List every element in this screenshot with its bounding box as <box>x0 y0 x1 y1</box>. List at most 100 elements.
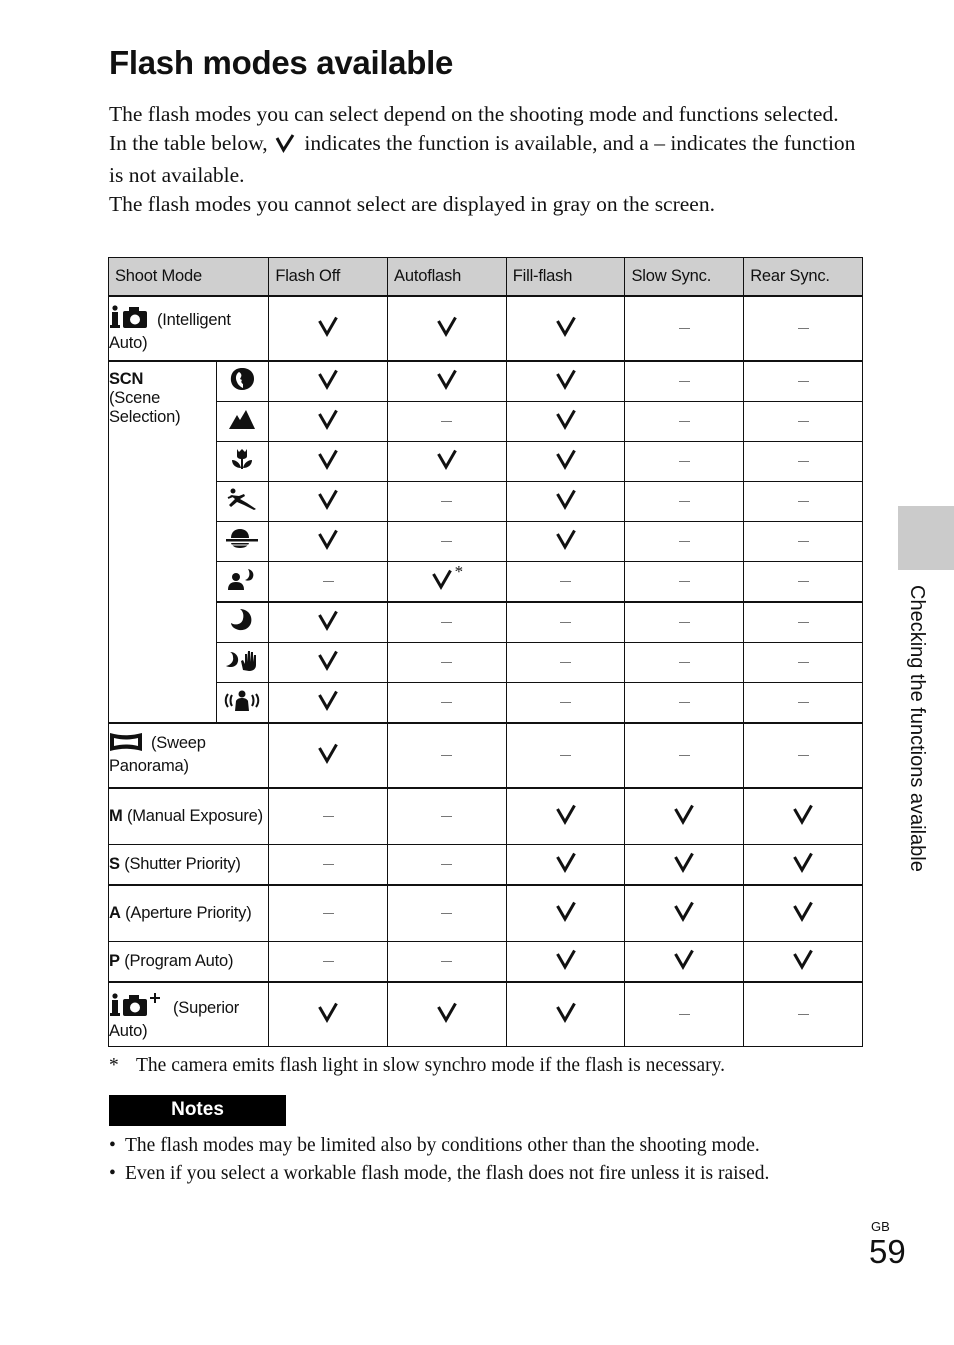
intro-text-before-symbol: In the table below, <box>109 131 268 155</box>
cell-value <box>624 642 745 683</box>
cell-value <box>505 601 626 643</box>
header-flash-off: Flash Off <box>268 257 389 297</box>
check-icon <box>317 689 339 711</box>
mode-letter: P <box>109 952 120 970</box>
cell-value <box>624 844 745 886</box>
table-row <box>109 481 863 522</box>
cell-value <box>743 360 863 402</box>
cell-value <box>505 481 626 522</box>
cell-value <box>624 521 745 562</box>
check-icon <box>317 1001 339 1023</box>
check-icon <box>555 488 577 510</box>
check-icon <box>673 803 695 825</box>
check-icon <box>436 315 458 337</box>
dash-icon <box>441 540 453 543</box>
dash-icon <box>797 540 809 543</box>
cell-value <box>743 441 863 482</box>
check-icon <box>555 528 577 550</box>
cell-value <box>743 787 863 845</box>
mode-label: (Manual Exposure) <box>126 807 263 825</box>
cell-value <box>624 941 745 983</box>
intro-paragraph-1: The flash modes you can select depend on… <box>109 102 839 126</box>
dash-icon <box>678 420 690 423</box>
cell-value <box>268 401 389 442</box>
cell-value <box>268 561 389 603</box>
cell-value <box>624 787 745 845</box>
table-row: (Sweep Panorama) <box>107 722 863 789</box>
check-icon <box>317 488 339 510</box>
mode-shutter-priority: S (Shutter Priority) <box>107 844 270 886</box>
note-item: The flash modes may be limited also by c… <box>109 1132 769 1160</box>
cell-value <box>387 441 507 482</box>
cell-value <box>505 884 626 942</box>
cell-value <box>387 981 507 1047</box>
superior-auto-icon <box>109 991 165 1022</box>
cell-value <box>268 884 389 942</box>
intelligent-auto-icon <box>109 305 149 334</box>
section-label: Checking the functions available <box>906 585 928 872</box>
dash-icon <box>678 460 690 463</box>
dash-icon <box>797 580 809 583</box>
cell-value <box>387 401 507 442</box>
notes-list: The flash modes may be limited also by c… <box>109 1132 769 1188</box>
night-scene-icon <box>215 601 270 643</box>
dash-icon <box>441 661 453 664</box>
dash-icon <box>441 420 453 423</box>
cell-value <box>387 787 507 845</box>
cell-value <box>624 401 745 442</box>
dash-icon <box>441 500 453 503</box>
mode-sweep-panorama: (Sweep Panorama) <box>107 722 270 789</box>
intro-paragraph-3: The flash modes you cannot select are di… <box>109 192 715 216</box>
dash-icon <box>797 327 809 330</box>
cell-value <box>505 521 626 562</box>
dash-icon <box>441 621 453 624</box>
table-header-row: Shoot Mode Flash Off Autoflash Fill-flas… <box>107 257 863 297</box>
dash-icon <box>678 380 690 383</box>
cell-value <box>387 481 507 522</box>
cell-value <box>268 787 389 845</box>
footnote-marker: * <box>109 1055 119 1076</box>
cell-value <box>743 981 863 1047</box>
cell-value <box>387 941 507 983</box>
cell-value <box>624 561 745 603</box>
cell-value <box>743 941 863 983</box>
check-icon <box>792 851 814 873</box>
table-row <box>109 521 863 562</box>
cell-value <box>743 642 863 683</box>
check-icon <box>317 742 339 764</box>
cell-value <box>387 601 507 643</box>
dash-icon <box>678 1013 690 1016</box>
table-row: (Intelligent Auto) <box>107 295 863 362</box>
dash-icon <box>322 815 334 818</box>
mode-intelligent-auto: (Intelligent Auto) <box>107 295 270 362</box>
table-row: M (Manual Exposure) <box>107 787 863 845</box>
dash-icon <box>560 580 572 583</box>
dash-icon <box>441 701 453 704</box>
cell-value <box>268 642 389 683</box>
cell-value <box>505 360 626 402</box>
check-icon <box>317 448 339 470</box>
cell-value <box>743 561 863 603</box>
mode-letter: M <box>109 807 123 825</box>
anti-motion-blur-icon <box>215 682 270 724</box>
check-icon <box>555 1001 577 1023</box>
dash-icon <box>322 912 334 915</box>
dash-icon <box>797 701 809 704</box>
cell-value <box>268 844 389 886</box>
mode-label: (Scene Selection) <box>109 389 181 426</box>
section-tab-marker <box>898 506 954 570</box>
cell-value <box>268 682 389 724</box>
check-icon <box>673 851 695 873</box>
check-icon <box>792 803 814 825</box>
dash-icon <box>797 1013 809 1016</box>
table-row <box>109 401 863 442</box>
dash-icon <box>560 661 572 664</box>
cell-value <box>268 941 389 983</box>
table-row <box>109 682 863 724</box>
dash-icon <box>322 863 334 866</box>
cell-value <box>268 360 389 402</box>
table-row <box>109 441 863 482</box>
dash-icon <box>441 754 453 757</box>
footnote: * The camera emits flash light in slow sy… <box>109 1055 725 1077</box>
footnote-text: The camera emits flash light in slow syn… <box>136 1055 725 1076</box>
